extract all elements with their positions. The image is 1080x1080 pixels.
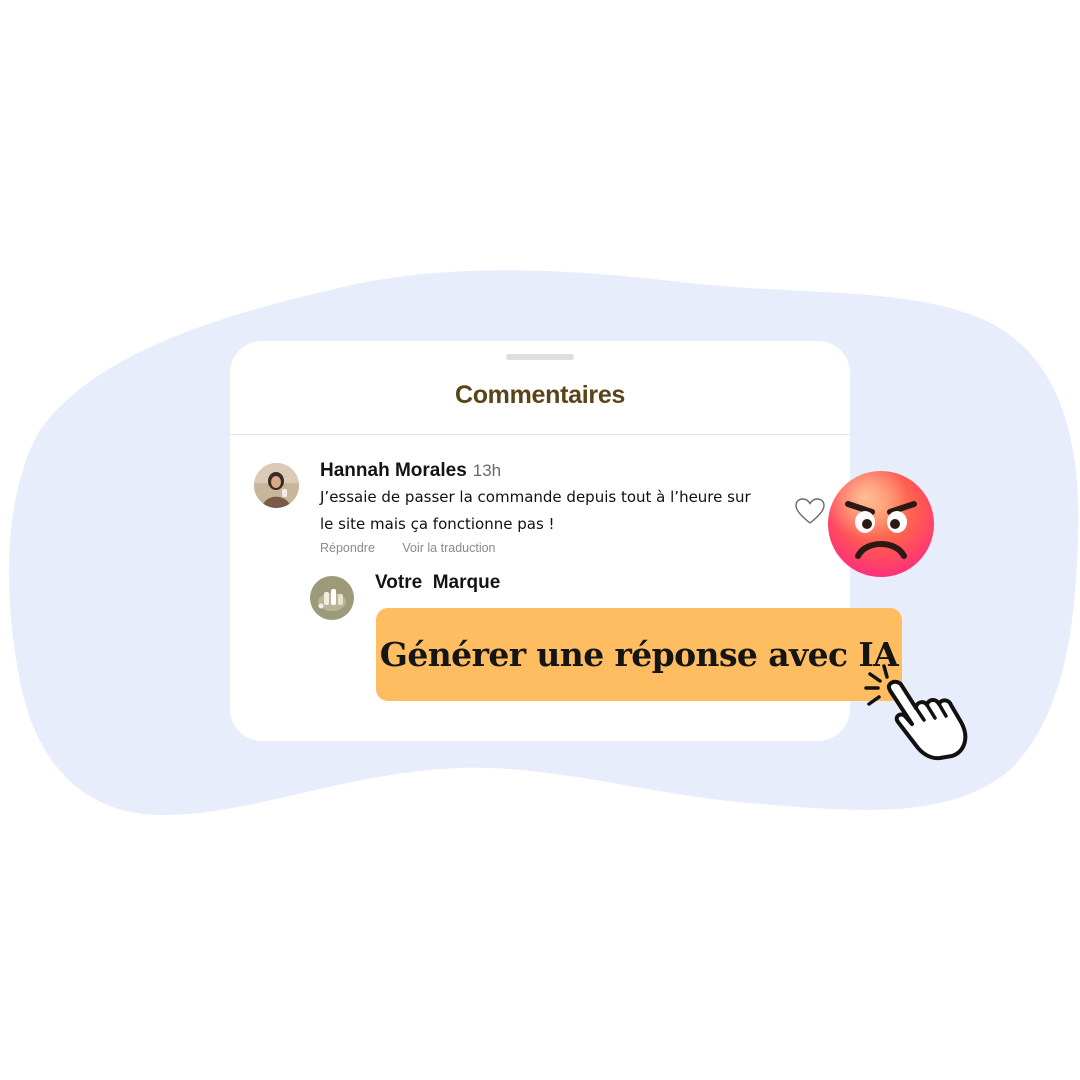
- translate-link[interactable]: Voir la traduction: [402, 541, 495, 555]
- heart-icon[interactable]: [794, 497, 826, 530]
- panel-title: Commentaires: [454, 381, 626, 409]
- comment-timestamp: 13h: [472, 461, 502, 480]
- click-hand-icon: [860, 662, 980, 767]
- generate-ai-reply-button[interactable]: Générer une réponse avec IA: [376, 608, 902, 701]
- commenter-name[interactable]: Hannah Morales 13h: [320, 460, 501, 482]
- avatar-brand: [310, 576, 354, 620]
- comment-actions: Répondre Voir la traduction: [320, 541, 496, 555]
- comment-text: J’essaie de passer la commande depuis to…: [320, 488, 751, 533]
- commenter-name-text[interactable]: Hannah Morales: [320, 460, 467, 481]
- angry-face-icon: [826, 470, 936, 585]
- avatar-commenter[interactable]: [254, 463, 299, 508]
- brand-name: Votre Marque: [375, 572, 501, 593]
- reply-link[interactable]: Répondre: [320, 541, 375, 555]
- drag-handle[interactable]: [506, 354, 574, 360]
- divider: [230, 434, 850, 435]
